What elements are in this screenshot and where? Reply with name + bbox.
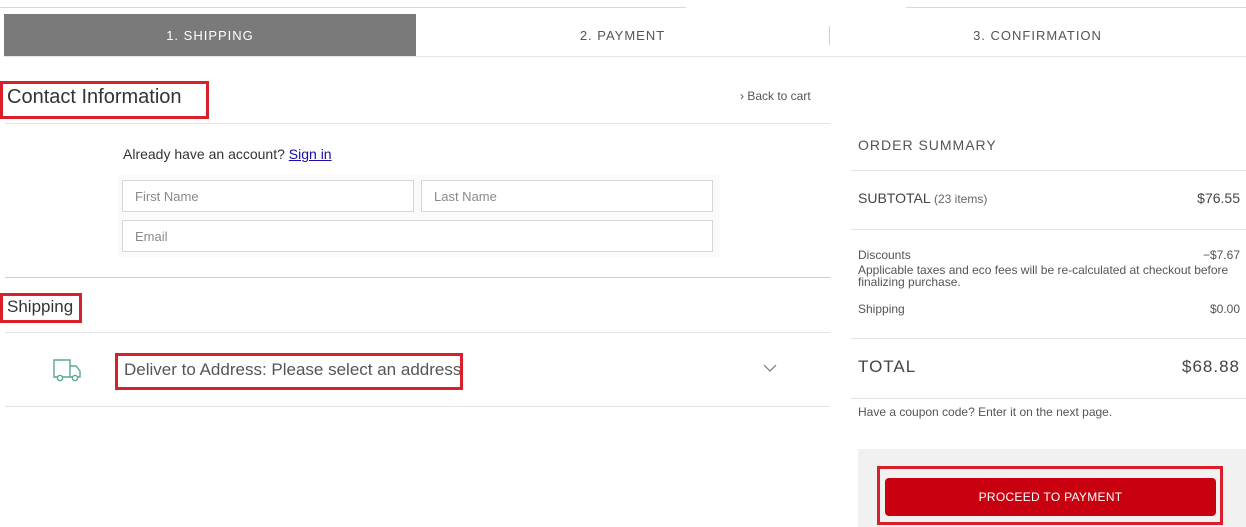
first-name-input[interactable] [122,180,414,212]
item-count: (23 items) [933,192,988,206]
tax-note: Applicable taxes and eco fees will be re… [858,263,1229,289]
total-label: TOTAL [858,357,917,376]
section-divider [5,277,830,278]
back-to-cart-link[interactable]: › Back to cart [740,89,811,103]
coupon-note: Have a coupon code? Enter it on the next… [858,405,1113,419]
account-prompt: Already have an account? Sign in [123,146,332,162]
truck-icon [53,359,81,382]
subtotal-row: SUBTOTAL (23 items) $76.55 [858,190,1240,206]
discounts-label: Discounts [858,248,911,262]
subtotal-label-group: SUBTOTAL (23 items) [858,190,987,206]
chevron-down-icon[interactable] [762,360,778,376]
section-divider [5,123,830,124]
step-label: 3. CONFIRMATION [973,27,1102,43]
section-divider [5,332,830,333]
shipping-cost-row: Shipping $0.00 [858,302,1240,316]
top-divider [0,7,686,8]
last-name-input[interactable] [421,180,713,212]
email-input[interactable] [122,220,713,252]
total-value: $68.88 [1182,357,1240,376]
highlight-box [0,81,209,119]
step-confirmation[interactable]: 3. CONFIRMATION [829,14,1246,56]
summary-divider [851,338,1246,339]
account-prompt-text: Already have an account? [123,146,285,162]
discounts-row: Discounts −$7.67 [858,248,1240,262]
summary-divider [851,229,1246,230]
step-label: 1. SHIPPING [166,27,254,43]
highlight-box [115,353,463,390]
subtotal-label: SUBTOTAL [858,190,931,206]
step-label: 2. PAYMENT [579,27,666,43]
proceed-to-payment-button[interactable]: PROCEED TO PAYMENT [885,478,1216,516]
top-divider [906,7,1246,8]
shipping-cost-value: $0.00 [1209,302,1240,316]
total-row: TOTAL $68.88 [858,357,1240,377]
summary-divider [851,398,1246,399]
shipping-cost-label: Shipping [858,302,905,316]
sign-in-link[interactable]: Sign in [289,146,332,162]
discounts-value: −$7.67 [1202,248,1240,262]
order-summary-heading: ORDER SUMMARY [858,137,997,153]
subtotal-value: $76.55 [1197,190,1240,206]
highlight-box [0,293,82,323]
summary-divider [851,170,1246,171]
checkout-steps: 1. SHIPPING 2. PAYMENT 3. CONFIRMATION [4,14,1246,57]
step-payment[interactable]: 2. PAYMENT [416,14,829,56]
step-separator [829,26,830,45]
section-divider [5,406,830,407]
step-shipping[interactable]: 1. SHIPPING [4,14,416,56]
